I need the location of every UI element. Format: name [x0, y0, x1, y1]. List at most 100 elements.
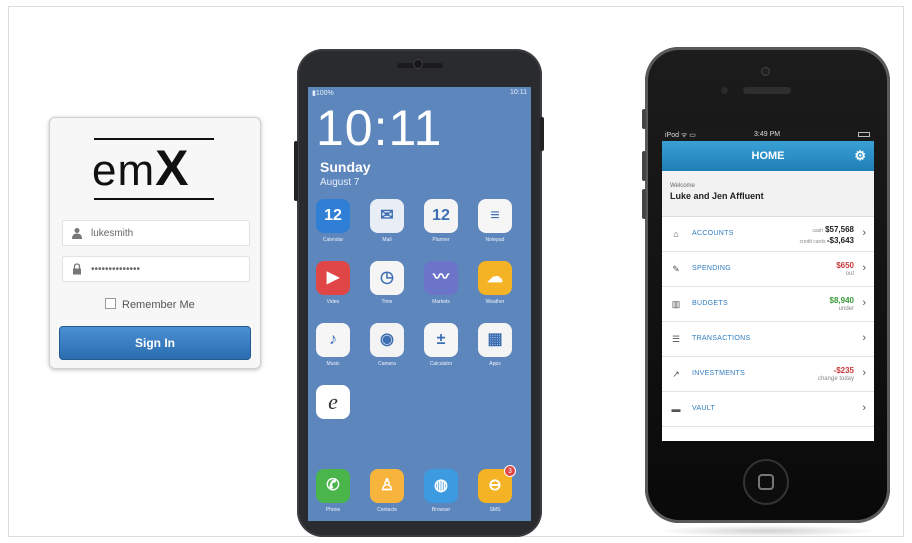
android-volume-button — [294, 141, 298, 201]
app-label: Time — [381, 299, 393, 305]
logo-text: emX — [92, 140, 190, 196]
calendar-icon: 12 — [324, 207, 342, 224]
android-power-button — [540, 117, 544, 151]
android-phone: ▮100% 10:11 10:11 Sunday August 7 12 Cale… — [294, 49, 544, 537]
nav-title: HOME — [751, 150, 785, 162]
row-subvalue: change today — [817, 376, 854, 382]
app-planner[interactable]: 12 Planner — [424, 199, 458, 243]
screenshot-frame: emX lukesmith •••••••••••••• Remember Me… — [8, 6, 904, 537]
dock-app-sms[interactable]: ⊖ SMS 3 — [478, 465, 516, 513]
app-calendar[interactable]: 12 Calendar — [316, 199, 350, 243]
iphone-status-time: 3:49 PM — [754, 131, 781, 138]
app-apps[interactable]: ▦ Apps — [478, 323, 512, 367]
username-field[interactable]: lukesmith — [62, 220, 250, 246]
app-camera[interactable]: ◉ Camera — [370, 323, 404, 367]
menu-row-label: ACCOUNTS — [692, 230, 734, 237]
settings-gear-icon[interactable]: ⚙ — [854, 141, 866, 171]
iphone-mute-switch — [642, 109, 646, 129]
app-notepad[interactable]: ≡ Notepad — [478, 199, 512, 243]
menu-row-transactions[interactable]: ☰ TRANSACTIONS › — [662, 322, 874, 357]
android-camera-icon — [413, 59, 423, 69]
remember-label: Remember Me — [122, 299, 195, 311]
password-value: •••••••••••••• — [91, 264, 141, 275]
app-label: Apps — [489, 361, 501, 367]
lock-day: Sunday — [320, 159, 371, 175]
iphone-screen: iPod ᯤ ▭ 3:49 PM HOME ⚙ Welcome Luke and… — [662, 129, 874, 441]
bars-icon: ▥ — [671, 299, 681, 309]
app-music[interactable]: ♪ Music — [316, 323, 350, 367]
app-video[interactable]: ▶ Video — [316, 261, 350, 305]
app-weather[interactable]: ☁ Weather — [478, 261, 512, 305]
dock-app-browser[interactable]: ◍ Browser — [424, 469, 458, 513]
app-calculator[interactable]: ± Calculator — [424, 323, 458, 367]
app-label: Calendar — [322, 237, 344, 243]
lock-date: August 7 — [320, 177, 360, 188]
login-card: emX lukesmith •••••••••••••• Remember Me… — [49, 117, 261, 369]
notepad-icon: ≡ — [490, 207, 500, 224]
notification-badge: 3 — [504, 465, 516, 477]
iphone-camera-icon — [761, 67, 770, 76]
welcome-name: Luke and Jen Affluent — [670, 191, 764, 201]
row-value: -$235 — [833, 366, 854, 375]
bank-icon: ⌂ — [673, 229, 679, 239]
calculator-icon: ± — [436, 331, 446, 348]
menu-row-budgets[interactable]: ▥ BUDGETS $8,940 under › — [662, 287, 874, 322]
chevron-right-icon: › — [862, 297, 866, 309]
contacts-icon: ♙ — [379, 477, 395, 494]
chevron-right-icon: › — [862, 332, 866, 344]
carrier-status: iPod ᯤ ▭ — [665, 132, 696, 139]
app-label: Phone — [325, 507, 341, 513]
menu-row-label: BUDGETS — [692, 300, 728, 307]
app-label: Mail — [382, 237, 392, 243]
lock-icon — [73, 263, 81, 275]
iphone-reflection — [655, 525, 879, 537]
app-label: Video — [326, 299, 340, 305]
folder-icon: ▬ — [671, 404, 681, 414]
remember-me[interactable]: Remember Me — [105, 298, 195, 311]
emx-logo: emX — [92, 138, 218, 200]
app-mail[interactable]: ✉ Mail — [370, 199, 404, 243]
app-label: Markets — [432, 299, 450, 305]
row-subvalue: credit cards -$3,643 — [799, 236, 854, 245]
app-label: Browser — [431, 507, 451, 513]
menu-row-accounts[interactable]: ⌂ ACCOUNTS cash $57,568 credit cards -$3,643… — [662, 217, 874, 252]
dock-app-contacts[interactable]: ♙ Contacts — [370, 469, 404, 513]
dock-app-phone[interactable]: ✆ Phone — [316, 469, 350, 513]
logo-bottom-bar — [94, 198, 214, 200]
app-browser-e[interactable]: e — [316, 385, 350, 419]
menu-row-label: TRANSACTIONS — [692, 335, 751, 342]
weather-icon: ☁ — [487, 269, 503, 286]
planner-icon: 12 — [432, 207, 450, 224]
app-time[interactable]: ◷ Time — [370, 261, 404, 305]
home-square-icon — [758, 474, 774, 490]
iphone-volume-down — [642, 189, 646, 219]
menu-row-label: INVESTMENTS — [692, 370, 746, 377]
chevron-right-icon: › — [862, 402, 866, 414]
password-field[interactable]: •••••••••••••• — [62, 256, 250, 282]
apps-icon: ▦ — [487, 331, 503, 348]
welcome-banner: Welcome Luke and Jen Affluent — [662, 171, 874, 217]
menu-row-spending[interactable]: ✎ SPENDING $650 out › — [662, 252, 874, 287]
menu-row-label: VAULT — [692, 405, 716, 412]
video-icon: ▶ — [326, 269, 340, 286]
music-icon: ♪ — [329, 331, 337, 348]
iphone-earpiece — [743, 87, 791, 94]
sign-in-button[interactable]: Sign In — [59, 326, 251, 360]
iphone-nav-bar: HOME ⚙ — [662, 141, 874, 171]
home-button[interactable] — [743, 459, 789, 505]
remember-checkbox[interactable] — [105, 298, 116, 309]
app-markets[interactable]: 〰 Markets — [424, 261, 458, 305]
markets-icon: 〰 — [432, 269, 449, 286]
iphone: iPod ᯤ ▭ 3:49 PM HOME ⚙ Welcome Luke and… — [642, 47, 890, 523]
chevron-right-icon: › — [862, 262, 866, 274]
row-value: $650 — [836, 261, 854, 270]
app-label: Notepad — [485, 237, 505, 243]
mail-icon: ✉ — [380, 207, 394, 224]
iphone-volume-up — [642, 151, 646, 181]
list-icon: ☰ — [671, 334, 681, 344]
chart-icon: ↗ — [672, 369, 680, 379]
menu-row-investments[interactable]: ↗ INVESTMENTS -$235 change today › — [662, 357, 874, 392]
android-screen: ▮100% 10:11 10:11 Sunday August 7 12 Cale… — [308, 87, 531, 521]
battery-icon — [858, 132, 870, 137]
menu-row-vault[interactable]: ▬ VAULT › — [662, 392, 874, 427]
